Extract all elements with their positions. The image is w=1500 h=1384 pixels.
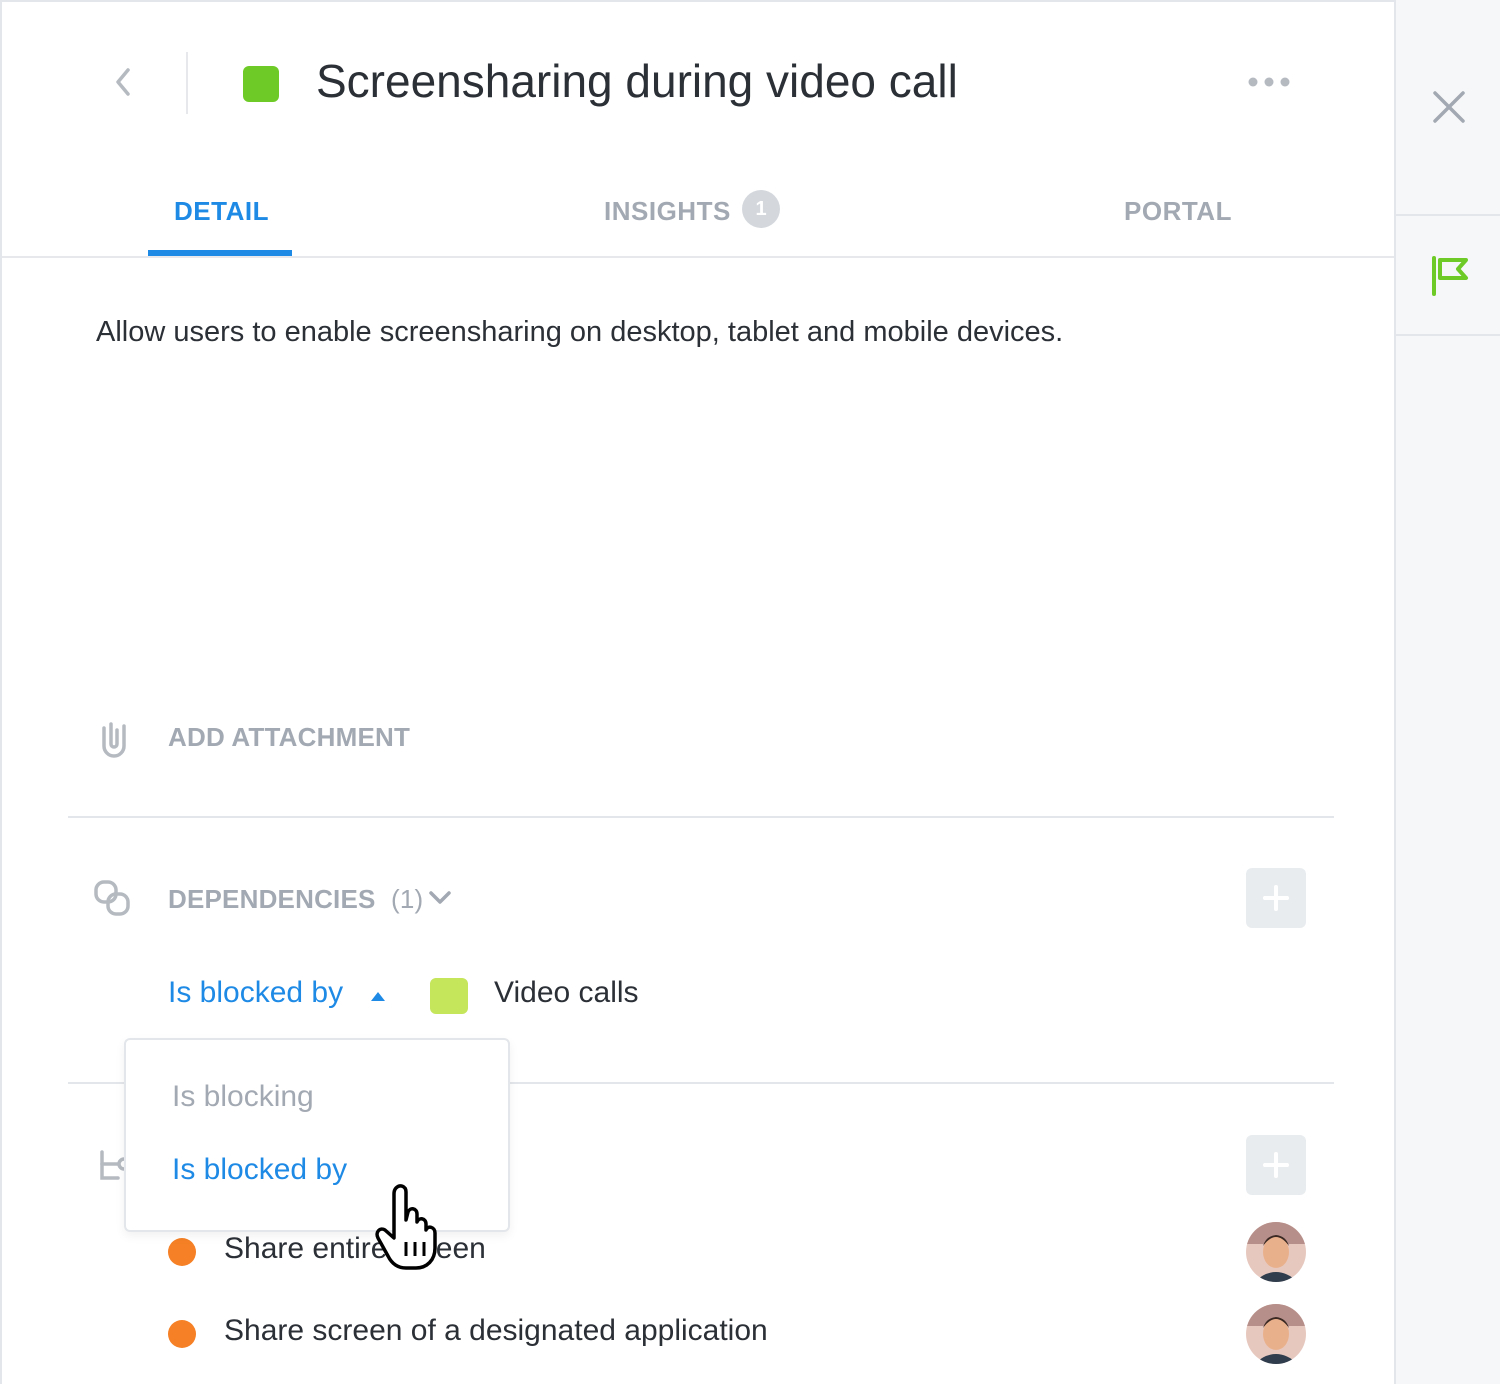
- rail-divider: [1396, 214, 1500, 216]
- plus-icon: [1263, 1152, 1289, 1178]
- section-divider: [68, 816, 1334, 818]
- detail-panel: Screensharing during video call DETAIL I…: [0, 0, 1394, 1384]
- close-icon: [1433, 91, 1465, 123]
- dependencies-count: (1): [391, 884, 424, 914]
- more-options-button[interactable]: [1246, 72, 1292, 92]
- right-rail: [1394, 0, 1500, 1384]
- relation-type-selector[interactable]: Is blocked by: [168, 976, 343, 1010]
- active-tab-indicator: [148, 250, 292, 256]
- subitem-status-dot: [168, 1320, 196, 1348]
- tab-portal[interactable]: PORTAL: [1124, 196, 1232, 227]
- status-swatch[interactable]: [243, 66, 279, 102]
- dependency-status-swatch: [430, 978, 468, 1014]
- more-horizontal-icon: [1248, 77, 1290, 87]
- header-divider: [186, 52, 188, 114]
- dependency-item-name[interactable]: Video calls: [494, 976, 639, 1010]
- link-icon: [92, 878, 132, 922]
- back-button[interactable]: [108, 64, 138, 100]
- rail-divider: [1396, 334, 1500, 336]
- tab-detail[interactable]: DETAIL: [174, 196, 269, 227]
- dependencies-label: DEPENDENCIES: [168, 884, 376, 914]
- add-subitem-button[interactable]: [1246, 1135, 1306, 1195]
- hand-pointer-icon: [372, 1182, 456, 1274]
- close-button[interactable]: [1430, 88, 1468, 126]
- option-is-blocked-by[interactable]: Is blocked by: [172, 1153, 347, 1187]
- plus-icon: [1263, 885, 1289, 911]
- avatar[interactable]: [1246, 1304, 1306, 1364]
- insights-count-badge: 1: [742, 190, 780, 228]
- subitem-status-dot: [168, 1238, 196, 1266]
- add-attachment-button[interactable]: ADD ATTACHMENT: [168, 722, 410, 753]
- subitem-name[interactable]: Share screen of a designated application: [224, 1314, 768, 1348]
- avatar[interactable]: [1246, 1222, 1306, 1282]
- tab-insights[interactable]: INSIGHTS: [604, 196, 731, 227]
- caret-up-icon[interactable]: [370, 990, 386, 1002]
- chevron-down-icon[interactable]: [428, 888, 452, 908]
- add-dependency-button[interactable]: [1246, 868, 1306, 928]
- option-is-blocking[interactable]: Is blocking: [172, 1080, 314, 1114]
- paperclip-icon: [94, 716, 134, 760]
- dependencies-header[interactable]: DEPENDENCIES (1): [168, 884, 423, 915]
- feature-description[interactable]: Allow users to enable screensharing on d…: [96, 316, 1063, 349]
- feature-title[interactable]: Screensharing during video call: [316, 54, 958, 108]
- flag-icon[interactable]: [1428, 254, 1472, 298]
- tab-bar: DETAIL INSIGHTS PORTAL: [2, 152, 1394, 258]
- chevron-left-icon: [116, 68, 130, 96]
